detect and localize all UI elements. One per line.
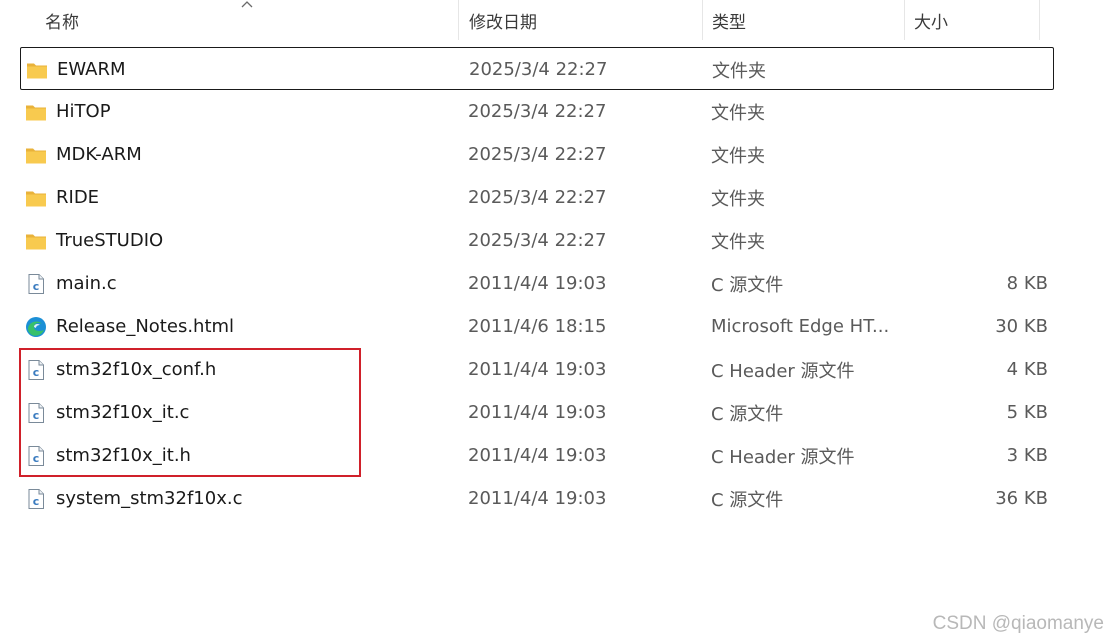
file-name-cell: c stm32f10x_it.h xyxy=(25,434,191,477)
svg-text:c: c xyxy=(33,409,40,422)
column-header-type-label: 类型 xyxy=(712,12,746,33)
file-explorer: 名称 修改日期 类型 大小 EWARM 2025/3/4 22:27 文件夹 HiTO… xyxy=(0,0,1108,641)
file-name: stm32f10x_it.h xyxy=(56,445,191,466)
file-size: 8 KB xyxy=(1006,273,1048,294)
file-row[interactable]: HiTOP 2025/3/4 22:27 文件夹 xyxy=(20,90,1054,133)
file-size: 4 KB xyxy=(1006,359,1048,380)
file-row[interactable]: RIDE 2025/3/4 22:27 文件夹 xyxy=(20,176,1054,219)
file-name: system_stm32f10x.c xyxy=(56,488,243,509)
file-name: TrueSTUDIO xyxy=(56,230,164,251)
column-header-name-label: 名称 xyxy=(45,12,79,33)
file-type: C Header 源文件 xyxy=(711,360,855,382)
column-header-size-label: 大小 xyxy=(914,12,948,33)
c-file-icon: c xyxy=(25,273,47,295)
sort-ascending-icon xyxy=(241,1,253,8)
column-header-type[interactable]: 类型 xyxy=(702,0,904,40)
file-date: 2011/4/4 19:03 xyxy=(468,359,607,380)
file-date: 2011/4/4 19:03 xyxy=(468,402,607,423)
file-name-cell: RIDE xyxy=(25,176,99,219)
file-name: MDK-ARM xyxy=(56,144,142,165)
file-name-cell: c stm32f10x_it.c xyxy=(25,391,189,434)
file-date: 2025/3/4 22:27 xyxy=(469,59,608,80)
file-row[interactable]: EWARM 2025/3/4 22:27 文件夹 xyxy=(20,47,1054,90)
file-size: 36 KB xyxy=(995,488,1048,509)
file-name: stm32f10x_conf.h xyxy=(56,359,217,380)
edge-icon xyxy=(25,316,47,338)
file-name: HiTOP xyxy=(56,101,111,122)
file-row[interactable]: c stm32f10x_conf.h 2011/4/4 19:03 C Header … xyxy=(20,348,1054,391)
file-type: 文件夹 xyxy=(711,231,765,253)
file-type: 文件夹 xyxy=(712,60,766,82)
file-name: EWARM xyxy=(57,59,126,80)
file-row[interactable]: c main.c 2011/4/4 19:03 C 源文件 8 KB xyxy=(20,262,1054,305)
file-name-cell: c stm32f10x_conf.h xyxy=(25,348,216,391)
file-name: RIDE xyxy=(56,187,100,208)
file-row[interactable]: MDK-ARM 2025/3/4 22:27 文件夹 xyxy=(20,133,1054,176)
c-file-icon: c xyxy=(25,402,47,424)
file-list: EWARM 2025/3/4 22:27 文件夹 HiTOP 2025/3/4 22:2… xyxy=(0,47,1054,520)
column-header-date[interactable]: 修改日期 xyxy=(458,0,702,40)
folder-icon xyxy=(25,230,47,252)
file-date: 2011/4/6 18:15 xyxy=(468,316,607,337)
file-name-cell: MDK-ARM xyxy=(25,133,142,176)
file-name-cell: c main.c xyxy=(25,262,117,305)
folder-icon xyxy=(25,187,47,209)
file-type: Microsoft Edge HT... xyxy=(711,316,890,337)
file-type: C Header 源文件 xyxy=(711,446,855,468)
file-type: 文件夹 xyxy=(711,145,765,167)
folder-icon xyxy=(25,101,47,123)
column-header-date-label: 修改日期 xyxy=(469,12,537,33)
file-name-cell: EWARM xyxy=(26,48,126,91)
file-row[interactable]: c system_stm32f10x.c 2011/4/4 19:03 C 源文件 36… xyxy=(20,477,1054,520)
file-name: stm32f10x_it.c xyxy=(56,402,190,423)
file-name-cell: HiTOP xyxy=(25,90,111,133)
file-date: 2025/3/4 22:27 xyxy=(468,144,607,165)
file-type: C 源文件 xyxy=(711,489,784,511)
column-header-bar: 名称 修改日期 类型 大小 xyxy=(0,0,1040,40)
file-date: 2011/4/4 19:03 xyxy=(468,488,607,509)
file-row[interactable]: c stm32f10x_it.c 2011/4/4 19:03 C 源文件 5 KB xyxy=(20,391,1054,434)
file-type: 文件夹 xyxy=(711,188,765,210)
svg-text:c: c xyxy=(33,452,40,465)
column-header-size[interactable]: 大小 xyxy=(904,0,1040,40)
file-name: main.c xyxy=(56,273,117,294)
file-row[interactable]: Release_Notes.html 2011/4/6 18:15 Microsof… xyxy=(20,305,1054,348)
column-header-name[interactable]: 名称 xyxy=(0,0,458,40)
file-type: C 源文件 xyxy=(711,403,784,425)
watermark: CSDN @qiaomanye xyxy=(932,613,1104,634)
file-row[interactable]: c stm32f10x_it.h 2011/4/4 19:03 C Header 源文… xyxy=(20,434,1054,477)
c-file-icon: c xyxy=(25,359,47,381)
folder-icon xyxy=(26,59,48,81)
file-name-cell: TrueSTUDIO xyxy=(25,219,163,262)
c-file-icon: c xyxy=(25,445,47,467)
folder-icon xyxy=(25,144,47,166)
svg-text:c: c xyxy=(33,366,40,379)
svg-text:c: c xyxy=(33,495,40,508)
c-file-icon: c xyxy=(25,488,47,510)
file-name-cell: Release_Notes.html xyxy=(25,305,234,348)
file-date: 2011/4/4 19:03 xyxy=(468,445,607,466)
svg-text:c: c xyxy=(33,280,40,293)
file-date: 2025/3/4 22:27 xyxy=(468,230,607,251)
file-row[interactable]: TrueSTUDIO 2025/3/4 22:27 文件夹 xyxy=(20,219,1054,262)
file-name-cell: c system_stm32f10x.c xyxy=(25,477,242,520)
file-date: 2025/3/4 22:27 xyxy=(468,101,607,122)
file-size: 5 KB xyxy=(1006,402,1048,423)
file-size: 30 KB xyxy=(995,316,1048,337)
file-date: 2011/4/4 19:03 xyxy=(468,273,607,294)
file-date: 2025/3/4 22:27 xyxy=(468,187,607,208)
file-size: 3 KB xyxy=(1006,445,1048,466)
file-type: C 源文件 xyxy=(711,274,784,296)
file-type: 文件夹 xyxy=(711,102,765,124)
file-name: Release_Notes.html xyxy=(56,316,235,337)
